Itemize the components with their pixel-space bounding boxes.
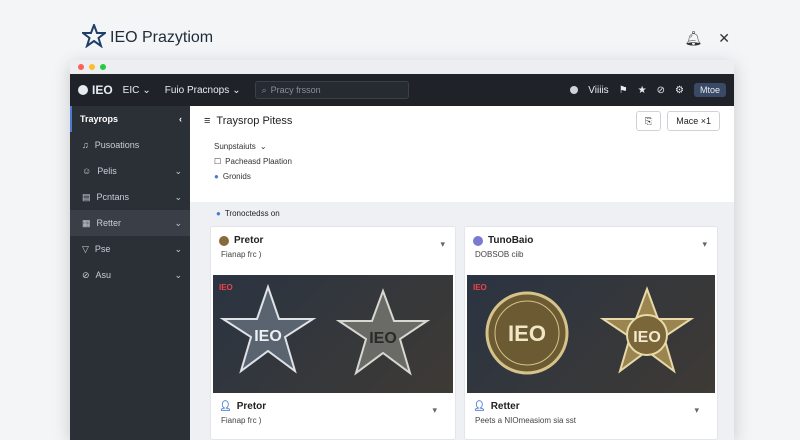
filter-dropdown[interactable]: Sunpstaiuts ⌄ [214,142,710,151]
more-button[interactable]: Mace ×1 [667,111,720,131]
logo-badge-icon [78,85,88,95]
user-menu[interactable]: Viiiis [588,85,608,96]
card-footer-title: Pretor [236,401,267,412]
filter-option-2[interactable]: ● Gronids [214,172,710,181]
card-2[interactable]: TunoBaio DOBSOB ciib ▾ IEO IEO IEO 👤︎ Re… [464,226,718,440]
sidebar-item-5[interactable]: ▽ Pse ⌄ [70,236,190,262]
check-circle-icon: ⊘ [82,269,90,280]
card-image[interactable]: IEO IEO IEO [213,275,453,393]
chevron-down-icon: ⌄ [174,243,182,254]
card-subtitle: DOBSOB ciib [475,250,524,259]
toolbar-context[interactable]: Fuio Pracnops ⌄ [165,85,241,96]
status-dot-icon[interactable] [570,86,579,94]
card-footer-title: Retter [490,401,520,412]
card-footer-subtitle: Fianap frc ) [221,416,262,425]
content-area: ● Tronoctedss on Pretor Fianap frc ) ▾ I… [190,202,734,440]
close-icon[interactable]: ✕ [718,30,730,47]
avatar-icon [219,235,229,246]
close-window-button[interactable] [78,64,84,70]
app-window: IEO EIC ⌄ Fuio Pracnops ⌄ ⌕ Pracy frsson… [70,60,734,440]
sidebar-item-4[interactable]: ▦ Retter ⌄ [70,210,190,236]
brand-row: IEO Prazytiom 🔔︎ ✕ [80,24,740,54]
medal-emblem-icon: IEO IEO [485,286,695,375]
chevron-down-icon[interactable]: ▾ [440,239,445,250]
card-footer-subtitle: Peets a NIOmeasiom sia sst [475,416,576,425]
search-input[interactable]: ⌕ Pracy frsson [254,81,409,99]
card-title: TunoBaio [488,235,534,246]
filters: Sunpstaiuts ⌄ ☐ Pacheasd Plaation ● Gron… [190,136,734,193]
compass-icon[interactable]: ⊘ [657,85,665,96]
maximize-window-button[interactable] [100,64,106,70]
card-image[interactable]: IEO IEO IEO [467,275,715,393]
chevron-down-icon: ⌄ [174,165,182,176]
sidebar-item-3[interactable]: ▤ Pcntans ⌄ [70,184,190,210]
svg-text:IEO: IEO [369,330,397,347]
svg-text:IEO: IEO [254,328,282,345]
user-icon: 👤︎ [219,401,232,412]
svg-text:IEO: IEO [633,329,661,346]
chevron-down-icon: ⌄ [259,142,267,151]
star-logo-icon [82,24,106,48]
star-icon[interactable]: ★ [638,85,647,96]
svg-text:IEO: IEO [508,321,546,346]
radio-icon: ● [214,172,219,181]
chevron-down-icon: ⌄ [174,217,182,228]
search-icon: ⌕ [261,84,267,95]
chevron-down-icon: ⌄ [232,84,241,96]
top-toolbar: IEO EIC ⌄ Fuio Pracnops ⌄ ⌕ Pracy frsson… [70,74,734,106]
checkbox-icon: ☐ [214,157,222,166]
chevron-left-icon[interactable]: ‹ [179,114,182,124]
sidebar-item-6[interactable]: ⊘ Asu ⌄ [70,262,190,288]
settings-icon[interactable]: ⚙ [675,85,684,96]
sidebar-item-2[interactable]: ☺ Pelis ⌄ [70,158,190,184]
main-header: ≡ Traysrop Pitess ⎘ Mace ×1 [190,106,734,136]
toolbar-logo[interactable]: IEO [78,83,113,97]
sidebar: Trayrops ‹ ♫ Pusoations ☺ Pelis ⌄ ▤ Pcnt… [70,106,190,440]
chevron-down-icon: ⌄ [174,191,182,202]
app-title: IEO Prazytiom [110,29,214,46]
bell-icon[interactable]: 🔔︎ [684,30,702,47]
window-titlebar [70,60,734,74]
flag-icon[interactable]: ⚑ [619,85,628,96]
image-tag: IEO [473,283,487,292]
main-panel: ≡ Traysrop Pitess ⎘ Mace ×1 Sunpstaiuts … [190,106,734,440]
grid-icon: ▦ [82,217,91,228]
chevron-down-icon[interactable]: ▾ [694,405,699,416]
card-subtitle: Fianap frc ) [221,250,262,259]
menu-icon[interactable]: ≡ [204,115,210,127]
filter-option-1[interactable]: ☐ Pacheasd Plaation [214,157,710,166]
section-label: ● Tronoctedss on [216,208,280,218]
chevron-down-icon: ⌄ [142,84,151,96]
sidebar-header[interactable]: Trayrops ‹ [70,106,190,132]
filter-icon: ▽ [82,243,89,254]
user-icon: 👤︎ [473,401,486,412]
toolbar-menu[interactable]: EIC ⌄ [123,85,151,96]
card-1[interactable]: Pretor Fianap frc ) ▾ IEO IEO IEO 👤︎ Pre… [210,226,456,440]
copy-button[interactable]: ⎘ [636,111,662,131]
image-tag: IEO [219,283,233,292]
document-icon: ▤ [82,191,91,202]
card-title: Pretor [234,235,264,246]
profile-badge[interactable]: Mtoe [693,83,726,97]
chevron-down-icon: ⌄ [174,269,182,280]
music-icon: ♫ [82,140,89,150]
avatar-icon [473,235,483,246]
users-icon: ☺ [82,166,92,176]
minimize-window-button[interactable] [89,64,95,70]
info-icon: ● [216,208,221,218]
star-emblem-icon: IEO IEO [219,283,431,376]
chevron-down-icon[interactable]: ▾ [432,405,437,416]
page-title: Traysrop Pitess [216,115,293,127]
chevron-down-icon[interactable]: ▾ [702,239,707,250]
sidebar-item-1[interactable]: ♫ Pusoations [70,132,190,158]
